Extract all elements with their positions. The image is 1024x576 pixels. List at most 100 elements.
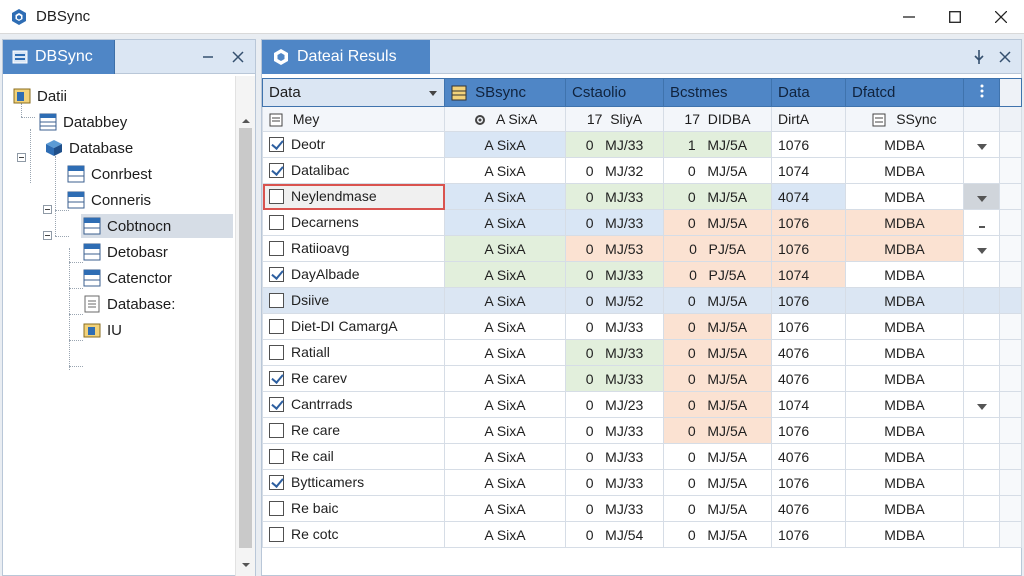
row-checkbox[interactable] [269, 396, 284, 412]
row-e-cell[interactable]: MDBA [845, 391, 964, 418]
row-d-cell[interactable]: 4076 [771, 443, 846, 470]
row-d-cell[interactable]: 4076 [771, 495, 846, 522]
row-a-cell[interactable]: A SixA [444, 209, 566, 236]
row-a-cell[interactable]: A SixA [444, 131, 566, 158]
row-action-cell[interactable] [963, 417, 1000, 444]
row-action-cell[interactable] [963, 131, 1000, 158]
row-d-cell[interactable]: 1076 [771, 469, 846, 496]
dropdown-arrow-icon[interactable] [976, 403, 987, 410]
row-d-cell[interactable]: 1076 [771, 131, 846, 158]
row-checkbox[interactable] [269, 448, 284, 464]
scroll-up-icon[interactable] [241, 116, 251, 126]
row-b-cell[interactable]: 0 MJ/33 [565, 365, 664, 392]
row-a-cell[interactable]: A SixA [444, 521, 566, 548]
pin-button[interactable] [970, 48, 988, 66]
row-name-cell[interactable]: Cantrrads [262, 391, 445, 418]
table-row[interactable]: Neylendmase A SixA 0 MJ/33 0 MJ/5A 4074 MDBA [262, 183, 1022, 210]
row-action-cell[interactable] [963, 339, 1000, 366]
row-action-cell[interactable] [963, 287, 1000, 314]
collapse-toggle[interactable] [43, 205, 52, 214]
row-a-cell[interactable]: A SixA [444, 365, 566, 392]
row-e-cell[interactable]: MDBA [845, 209, 964, 236]
results-close-button[interactable] [996, 48, 1014, 66]
row-checkbox[interactable] [269, 292, 284, 308]
row-b-cell[interactable]: 0 MJ/54 [565, 521, 664, 548]
row-checkbox[interactable] [269, 526, 284, 542]
row-b-cell[interactable]: 0 MJ/33 [565, 417, 664, 444]
table-row[interactable]: Re carev A SixA 0 MJ/33 0 MJ/5A 4076 MDBA [262, 365, 1022, 392]
row-name-cell[interactable]: Datalibac [262, 157, 445, 184]
row-d-cell[interactable]: 4074 [771, 183, 846, 210]
row-name-cell[interactable]: Ratiioavg [262, 235, 445, 262]
tree-item-conrbest[interactable]: Conrbest [67, 162, 152, 186]
row-checkbox[interactable] [269, 500, 284, 516]
row-action-cell[interactable] [963, 261, 1000, 288]
table-row[interactable]: Ratiioavg A SixA 0 MJ/53 0 PJ/5A 1076 MDBA [262, 235, 1022, 262]
row-action-cell[interactable] [963, 391, 1000, 418]
row-b-cell[interactable]: 0 MJ/33 [565, 313, 664, 340]
table-row[interactable]: DayAlbade A SixA 0 MJ/33 0 PJ/5A 1074 MDBA [262, 261, 1022, 288]
collapse-toggle[interactable] [17, 153, 26, 162]
maximize-button[interactable] [932, 0, 978, 34]
tree-item-cobtnocn[interactable]: Cobtnocn [81, 214, 233, 238]
row-b-cell[interactable]: 0 MJ/33 [565, 469, 664, 496]
minimize-button[interactable] [886, 0, 932, 34]
row-d-cell[interactable]: 4076 [771, 365, 846, 392]
table-row[interactable]: Bytticamers A SixA 0 MJ/33 0 MJ/5A 1076 MDBA [262, 469, 1022, 496]
row-name-cell[interactable]: Ratiall [262, 339, 445, 366]
row-c-cell[interactable]: 0 MJ/5A [663, 287, 772, 314]
row-a-cell[interactable]: A SixA [444, 313, 566, 340]
pane-minimize-button[interactable] [199, 48, 217, 66]
tree-item-databbey[interactable]: Databbey [39, 110, 127, 134]
column-options-button[interactable] [963, 78, 1000, 107]
table-row[interactable]: Diet-DI CamargA A SixA 0 MJ/33 0 MJ/5A 1076 M… [262, 313, 1022, 340]
dropdown-arrow-icon[interactable] [976, 195, 987, 202]
row-c-cell[interactable]: 0 MJ/5A [663, 443, 772, 470]
row-checkbox[interactable] [269, 266, 284, 282]
row-e-cell[interactable]: MDBA [845, 417, 964, 444]
row-e-cell[interactable]: MDBA [845, 131, 964, 158]
row-checkbox[interactable] [269, 318, 284, 334]
tree-item-root[interactable]: Datii [13, 84, 67, 108]
collapse-toggle[interactable] [43, 231, 52, 240]
column-header-cstaolio[interactable]: Cstaolio [565, 78, 664, 107]
column-header-data-2[interactable]: Data [771, 78, 846, 107]
tree-item-database[interactable]: Database [45, 136, 133, 160]
row-name-cell[interactable]: Dsiive [262, 287, 445, 314]
scroll-down-icon[interactable] [241, 560, 251, 570]
tree-item-catenctor[interactable]: Catenctor [83, 266, 172, 290]
row-c-cell[interactable]: 0 MJ/5A [663, 209, 772, 236]
column-header-sbsync[interactable]: SBsync [444, 78, 566, 107]
dropdown-arrow-icon[interactable] [976, 143, 987, 150]
row-c-cell[interactable]: 1 MJ/5A [663, 131, 772, 158]
scrollbar-thumb[interactable] [239, 128, 252, 548]
row-action-cell[interactable] [963, 469, 1000, 496]
column-header-dfatcd[interactable]: Dfatcd [845, 78, 964, 107]
row-action-cell[interactable] [963, 365, 1000, 392]
row-b-cell[interactable]: 0 MJ/33 [565, 339, 664, 366]
row-e-cell[interactable]: MDBA [845, 469, 964, 496]
row-action-cell[interactable] [963, 209, 1000, 236]
row-b-cell[interactable]: 0 MJ/52 [565, 287, 664, 314]
tree-item-conneris[interactable]: Conneris [67, 188, 151, 212]
row-a-cell[interactable]: A SixA [444, 261, 566, 288]
table-row[interactable]: Re cotc A SixA 0 MJ/54 0 MJ/5A 1076 MDBA [262, 521, 1022, 548]
row-a-cell[interactable]: A SixA [444, 157, 566, 184]
table-row[interactable]: Re care A SixA 0 MJ/33 0 MJ/5A 1076 MDBA [262, 417, 1022, 444]
row-c-cell[interactable]: 0 MJ/5A [663, 469, 772, 496]
row-name-cell[interactable]: Re care [262, 417, 445, 444]
table-row[interactable]: Re baic A SixA 0 MJ/33 0 MJ/5A 4076 MDBA [262, 495, 1022, 522]
row-name-cell[interactable]: Deotr [262, 131, 445, 158]
row-c-cell[interactable]: 0 MJ/5A [663, 391, 772, 418]
row-b-cell[interactable]: 0 MJ/33 [565, 495, 664, 522]
row-name-cell[interactable]: Bytticamers [262, 469, 445, 496]
row-checkbox[interactable] [269, 344, 284, 360]
table-row[interactable]: Dsiive A SixA 0 MJ/52 0 MJ/5A 1076 MDBA [262, 287, 1022, 314]
table-row[interactable]: Ratiall A SixA 0 MJ/33 0 MJ/5A 4076 MDBA [262, 339, 1022, 366]
row-a-cell[interactable]: A SixA [444, 183, 566, 210]
row-name-cell[interactable]: Re carev [262, 365, 445, 392]
row-e-cell[interactable]: MDBA [845, 443, 964, 470]
row-e-cell[interactable]: MDBA [845, 287, 964, 314]
row-action-cell[interactable] [963, 495, 1000, 522]
row-c-cell[interactable]: 0 MJ/5A [663, 521, 772, 548]
